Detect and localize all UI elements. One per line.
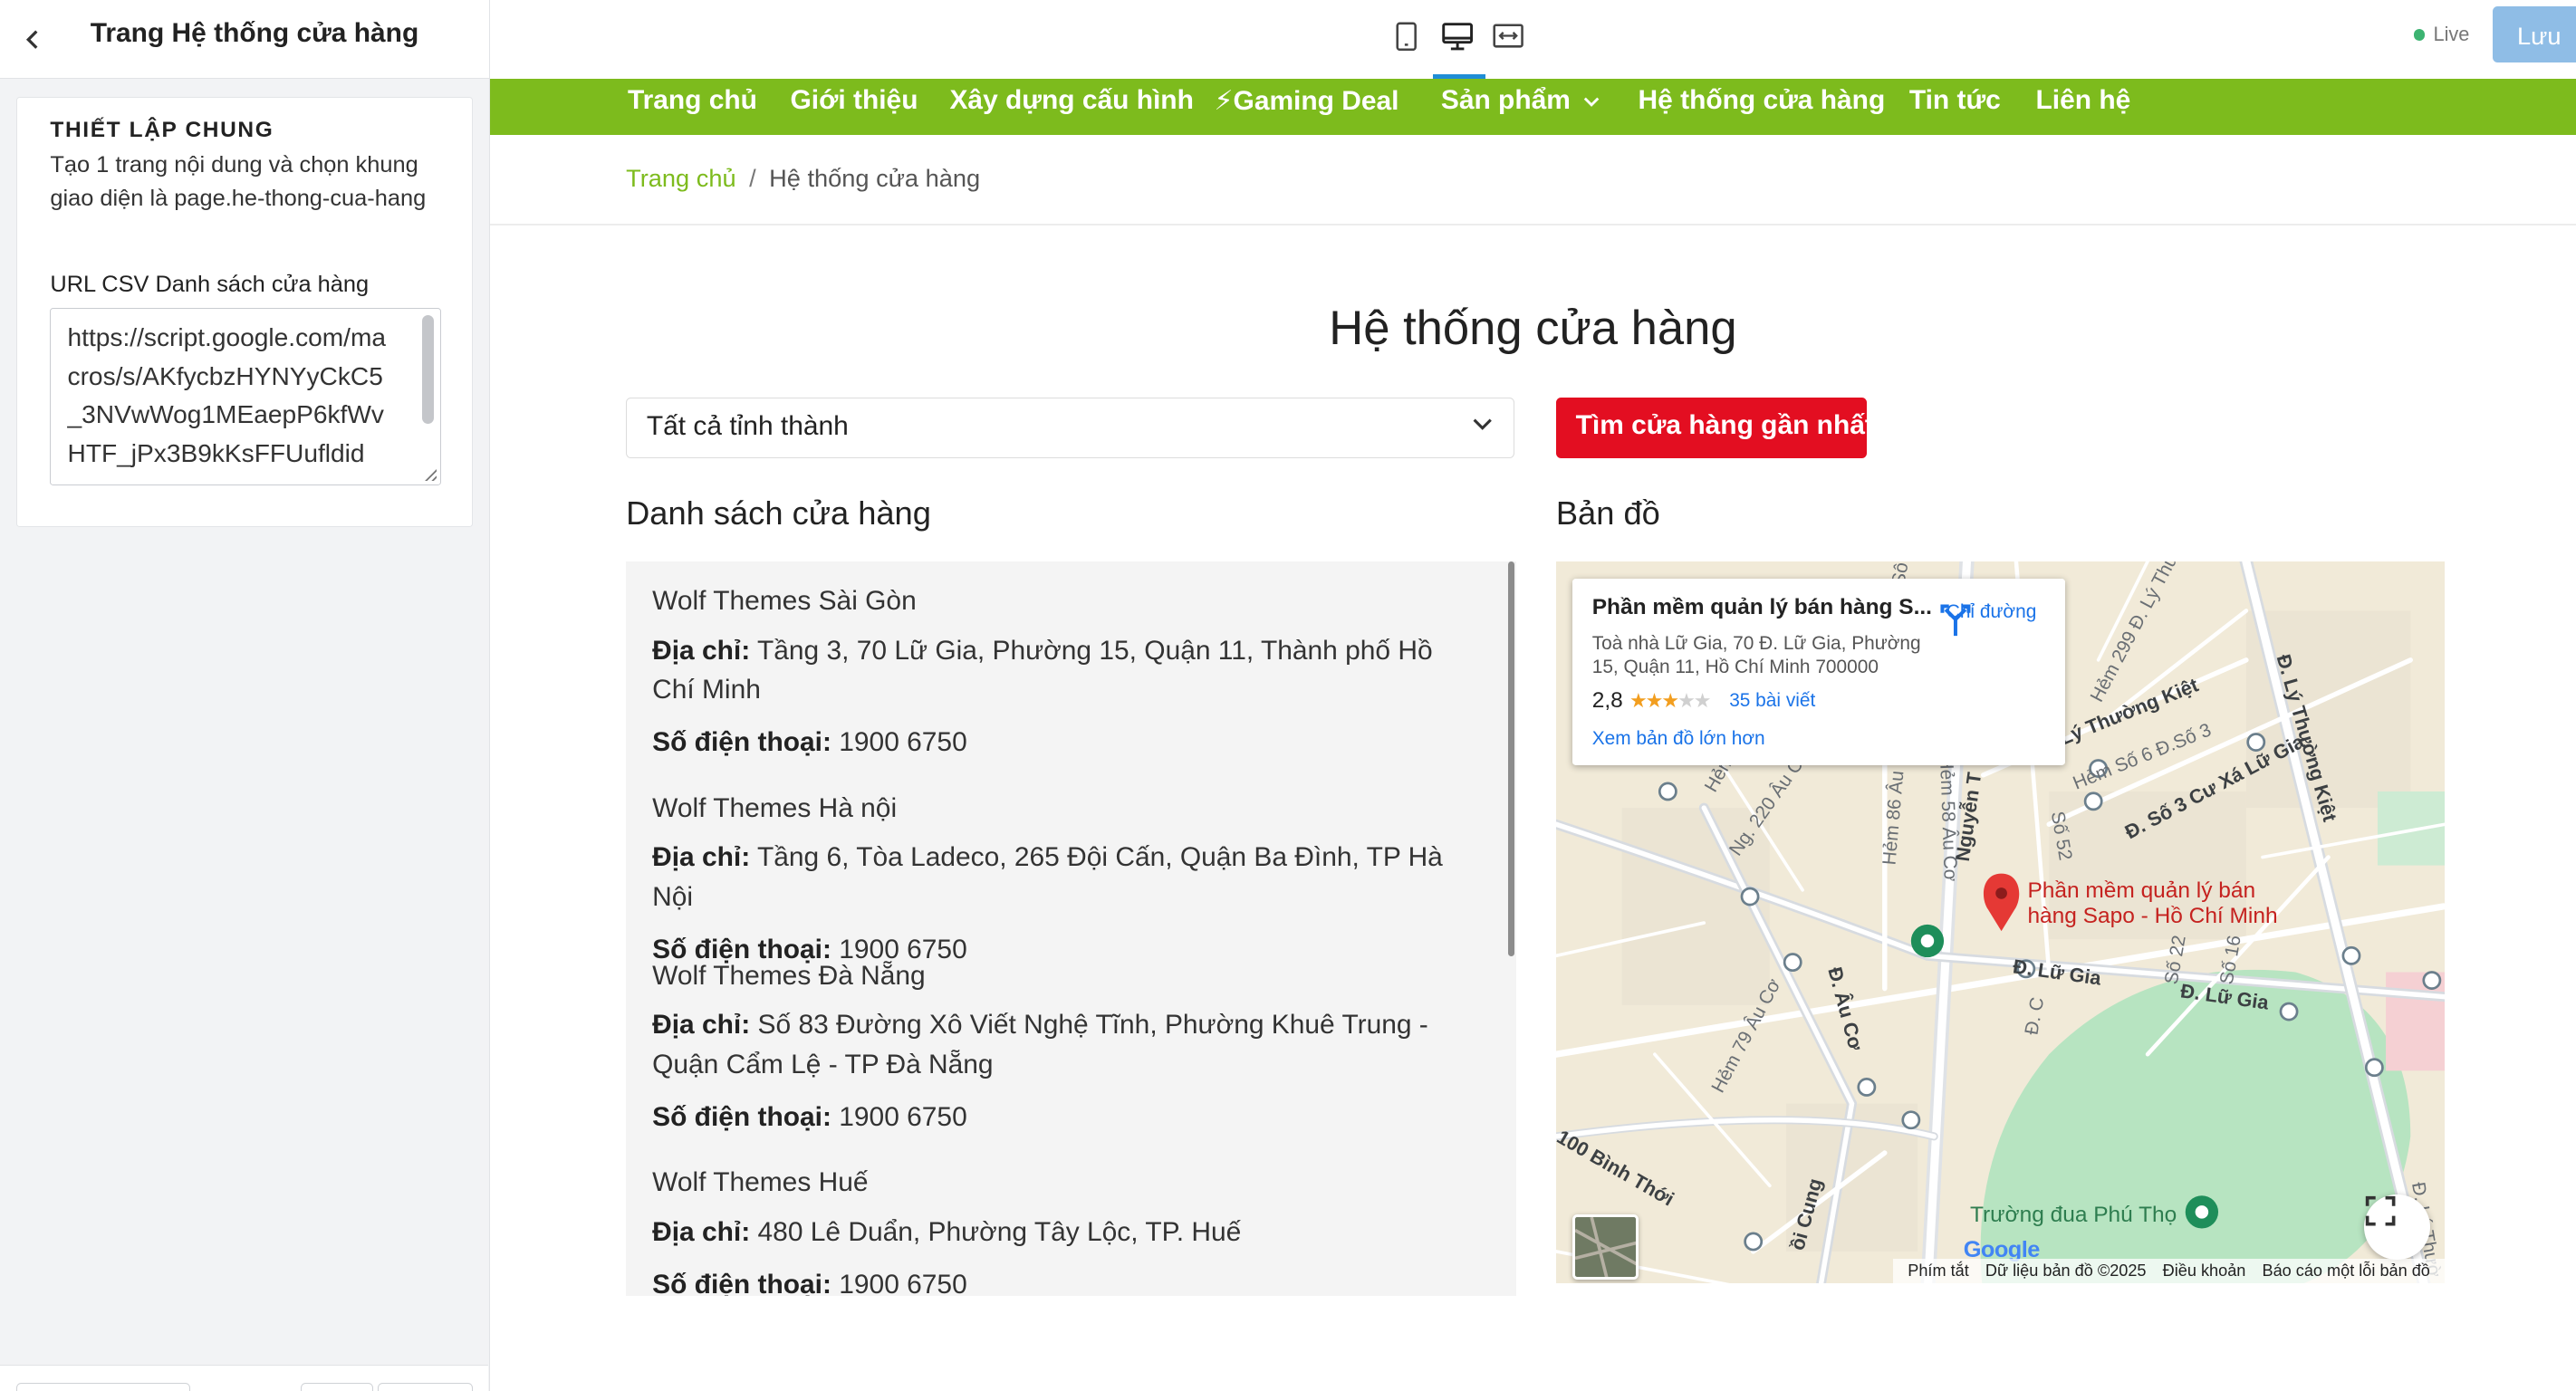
textarea-scrollbar[interactable] — [422, 315, 434, 425]
nav-products-label: Sản phẩm — [1440, 85, 1571, 116]
general-settings-card: THIẾT LẬP CHUNG Tạo 1 trang nội dung và … — [16, 97, 474, 528]
sidebar-title: Trang Hệ thống cửa hàng — [90, 17, 419, 48]
footer-button[interactable] — [300, 1382, 373, 1391]
store-phone: 1900 6750 — [839, 1269, 967, 1297]
satellite-thumbnail-icon — [1574, 1216, 1636, 1278]
mobile-view-button[interactable] — [1387, 16, 1427, 56]
csv-url-label: URL CSV Danh sách cửa hàng — [50, 272, 370, 298]
nav-products[interactable]: Sản phẩm — [1441, 85, 1600, 116]
fullscreen-button[interactable] — [2364, 1194, 2430, 1261]
place-address: Toà nhà Lữ Gia, 70 Đ. Lữ Gia, Phường 15,… — [1591, 633, 1921, 677]
store-map[interactable]: Đ. Âu Cơ Đ. Lữ Gia Đ. Lữ Gia Lý Thường K… — [1555, 561, 2446, 1297]
back-button[interactable] — [14, 20, 53, 60]
store-name: Wolf Themes Sài Gòn — [652, 586, 917, 617]
desktop-view-button[interactable] — [1437, 16, 1477, 56]
satellite-toggle[interactable] — [1572, 1214, 1639, 1281]
star-rating-icon: ★★★★★ — [1629, 689, 1711, 713]
expand-width-icon — [1493, 24, 1523, 48]
map-title: Bản đồ — [1555, 494, 1660, 532]
address-label: Địa chỉ: — [652, 1216, 751, 1247]
csv-url-value: https://script.google.com/macros/s/AKfyc… — [67, 323, 387, 467]
breadcrumb-home[interactable]: Trang chủ — [626, 164, 735, 192]
store-address: Tầng 3, 70 Lữ Gia, Phường 15, Quận 11, T… — [652, 635, 1433, 705]
pin-label: Phần mềm quản lý bán hàng Sapo - Hồ Chí … — [2027, 878, 2278, 928]
settings-sidebar: Trang Hệ thống cửa hàng THIẾT LẬP CHUNG … — [0, 0, 490, 1391]
fullscreen-icon — [2366, 1195, 2396, 1226]
page-title: Hệ thống cửa hàng — [1329, 301, 1737, 355]
nav-build-pc[interactable]: Xây dựng cấu hình — [949, 85, 1193, 116]
sidebar-footer — [0, 1365, 488, 1391]
mobile-icon — [1396, 22, 1418, 51]
nav-home[interactable]: Trang chủ — [628, 85, 757, 116]
place-info-card: Phần mềm quản lý bán hàng S... Toà nhà L… — [1572, 578, 2066, 766]
chevron-left-icon — [25, 30, 38, 49]
address-label: Địa chỉ: — [652, 1010, 751, 1041]
map-attribution: Phím tắt Dữ liệu bản đồ ©2025 Điều khoản… — [1892, 1259, 2446, 1284]
nav-gaming-deal[interactable]: ⚡Gaming Deal — [1215, 85, 1399, 117]
nav-about[interactable]: Giới thiệu — [791, 85, 918, 116]
list-item[interactable]: Wolf Themes Đà Nẵng Địa chỉ: Số 83 Đường… — [652, 956, 1457, 1150]
store-phone: 1900 6750 — [839, 1101, 967, 1132]
live-label: Live — [2433, 23, 2470, 46]
place-title: Phần mềm quản lý bán hàng S... — [1591, 594, 1932, 619]
section-heading: THIẾT LẬP CHUNG — [50, 117, 274, 142]
nav-stores[interactable]: Hệ thống cửa hàng — [1639, 85, 1886, 116]
reviews-link[interactable]: 35 bài viết — [1729, 690, 1815, 712]
poi-label: Trường đua Phú Thọ — [1969, 1202, 2177, 1227]
rating-value: 2,8 — [1591, 688, 1623, 714]
street-label: Hẻm 58 Âu Cơ — [1935, 755, 1961, 883]
footer-button[interactable] — [16, 1382, 191, 1391]
store-list-title: Danh sách cửa hàng — [626, 494, 931, 532]
divider — [489, 223, 2576, 225]
chevron-down-icon — [1583, 97, 1599, 108]
nav-news[interactable]: Tin tức — [1909, 85, 2001, 116]
store-name: Wolf Themes Hà nội — [652, 792, 898, 823]
phone-label: Số điện thoại: — [652, 1101, 831, 1132]
main-nav: Trang chủ Giới thiệu Xây dựng cấu hình ⚡… — [489, 79, 2576, 135]
breadcrumb-current: Hệ thống cửa hàng — [769, 164, 981, 193]
desktop-icon — [1442, 22, 1473, 50]
store-address: 480 Lê Duẩn, Phường Tây Lộc, TP. Huế — [757, 1216, 1242, 1247]
list-item[interactable]: Wolf Themes Huế Địa chỉ: 480 Lê Duẩn, Ph… — [652, 1163, 1457, 1296]
store-name: Wolf Themes Huế — [652, 1167, 869, 1198]
address-label: Địa chỉ: — [652, 635, 751, 666]
phone-label: Số điện thoại: — [652, 1269, 831, 1297]
site-preview: Trang chủ Giới thiệu Xây dựng cấu hình ⚡… — [489, 79, 2576, 1391]
csv-url-textarea[interactable]: https://script.google.com/macros/s/AKfyc… — [50, 308, 442, 486]
map-data-copyright: Dữ liệu bản đồ ©2025 — [1985, 1261, 2147, 1281]
live-dot-icon — [2413, 29, 2426, 41]
breadcrumb-separator: / — [749, 164, 756, 193]
store-address: Tầng 6, Tòa Ladeco, 265 Đội Cấn, Quận Ba… — [652, 842, 1443, 912]
chevron-down-icon — [1473, 418, 1493, 430]
store-phone: 1900 6750 — [839, 727, 967, 758]
footer-button[interactable] — [378, 1382, 474, 1391]
editor-toolbar: Live Lưu — [489, 0, 2576, 80]
find-nearest-button[interactable]: Tìm cửa hàng gần nhất — [1555, 397, 1874, 459]
breadcrumb: Trang chủ / Hệ thống cửa hàng — [626, 164, 980, 193]
province-select[interactable]: Tất cả tỉnh thành — [626, 397, 1515, 459]
save-button[interactable]: Lưu — [2492, 6, 2576, 62]
keyboard-shortcuts-link[interactable]: Phím tắt — [1908, 1261, 1969, 1281]
live-status: Live — [2413, 23, 2470, 46]
phone-label: Số điện thoại: — [652, 727, 831, 758]
terms-link[interactable]: Điều khoản — [2163, 1261, 2246, 1281]
resize-handle-icon[interactable] — [424, 468, 437, 482]
list-item[interactable]: Wolf Themes Hà nội Địa chỉ: Tầng 6, Tòa … — [652, 789, 1457, 983]
list-item[interactable]: Wolf Themes Sài Gòn Địa chỉ: Tầng 3, 70 … — [652, 581, 1457, 775]
section-description: Tạo 1 trang nội dung và chọn khung giao … — [50, 152, 427, 211]
store-address: Số 83 Đường Xô Viết Nghệ Tĩnh, Phường Kh… — [652, 1010, 1428, 1079]
store-list[interactable]: Wolf Themes Sài Gòn Địa chỉ: Tầng 3, 70 … — [626, 561, 1517, 1297]
directions-icon — [1940, 604, 1971, 636]
fullwidth-view-button[interactable] — [1488, 16, 1528, 56]
directions-button[interactable]: Chỉ đường — [1937, 601, 2046, 636]
sidebar-header: Trang Hệ thống cửa hàng — [0, 0, 489, 80]
address-label: Địa chỉ: — [652, 842, 751, 873]
province-select-value: Tất cả tỉnh thành — [646, 411, 849, 442]
place-rating: 2,8 ★★★★★ 35 bài viết — [1592, 688, 1816, 714]
list-scrollbar[interactable] — [1508, 561, 1515, 956]
report-error-link[interactable]: Báo cáo một lỗi bản đồ — [2262, 1261, 2429, 1281]
nav-contact[interactable]: Liên hệ — [2036, 85, 2131, 116]
view-larger-map-link[interactable]: Xem bản đồ lớn hơn — [1592, 728, 1765, 750]
store-name: Wolf Themes Đà Nẵng — [652, 960, 926, 991]
